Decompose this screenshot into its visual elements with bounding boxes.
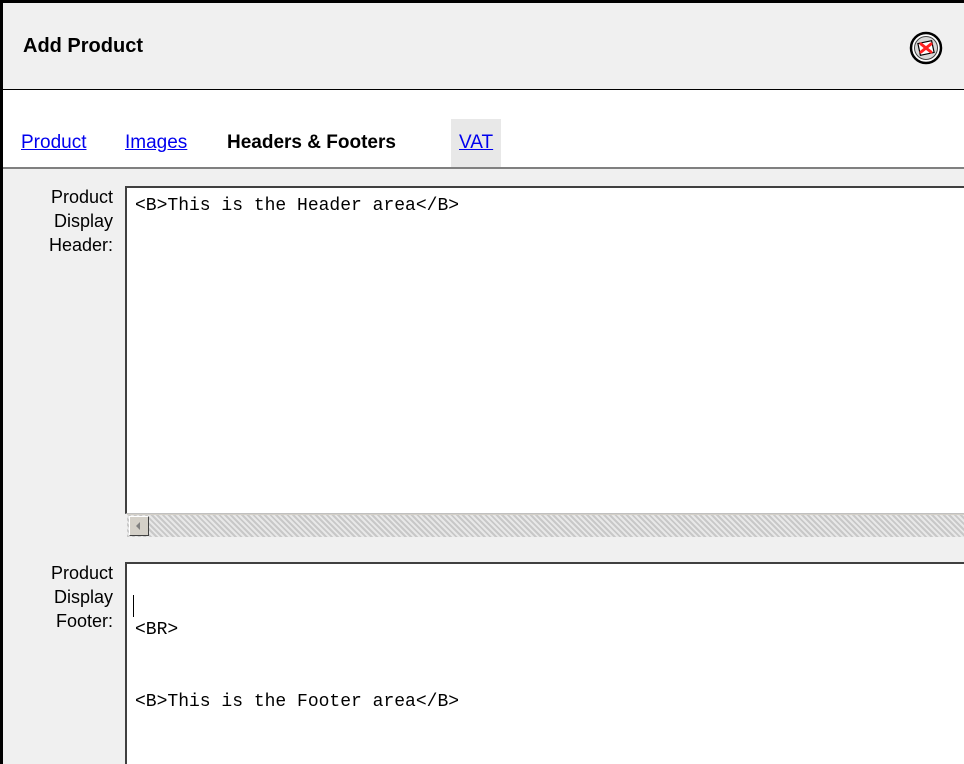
- tab-bar: Product Images Headers & Footers VAT: [3, 119, 964, 169]
- scroll-left-button[interactable]: [129, 516, 149, 536]
- tab-vat[interactable]: VAT: [451, 119, 502, 167]
- tab-headers-footers[interactable]: Headers & Footers: [225, 119, 398, 167]
- header-textarea[interactable]: <B>This is the Header area</B>: [125, 186, 964, 514]
- dialog-titlebar: Add Product: [3, 3, 964, 90]
- tab-product[interactable]: Product: [19, 119, 88, 167]
- form-panel: Product Display Header: <B>This is the H…: [3, 169, 964, 764]
- header-label-line: Display: [53, 211, 113, 231]
- footer-text-line: <BR>: [135, 620, 179, 640]
- footer-textarea[interactable]: <BR> <B>This is the Footer area</B>: [125, 562, 964, 764]
- footer-label-line: Footer:: [55, 611, 113, 631]
- text-caret: [133, 595, 134, 617]
- close-icon[interactable]: [909, 31, 943, 65]
- left-arrow-icon: [136, 522, 140, 530]
- footer-field-label: Product Display Footer:: [3, 561, 113, 633]
- header-horizontal-scrollbar[interactable]: [127, 514, 964, 537]
- header-label-line: Product: [50, 187, 113, 207]
- header-field-label: Product Display Header:: [3, 185, 113, 257]
- tab-images[interactable]: Images: [123, 119, 189, 167]
- header-label-line: Header:: [48, 235, 113, 255]
- footer-text-line: <B>This is the Footer area</B>: [135, 692, 460, 712]
- header-text-line: <B>This is the Header area</B>: [135, 196, 460, 216]
- dialog-title: Add Product: [23, 35, 143, 57]
- footer-label-line: Display: [53, 587, 113, 607]
- footer-label-line: Product: [50, 563, 113, 583]
